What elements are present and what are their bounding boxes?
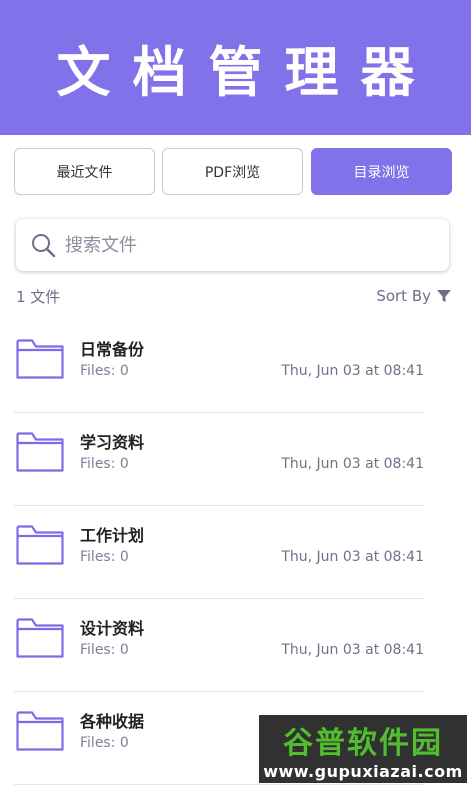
- folder-date: Thu, Jun 03 at 08:41: [281, 456, 424, 472]
- tab-recent-files[interactable]: 最近文件: [14, 148, 155, 195]
- list-item[interactable]: 学习资料 Files: 0 Thu, Jun 03 at 08:41: [14, 413, 424, 506]
- list-item[interactable]: 设计资料 Files: 0 Thu, Jun 03 at 08:41: [14, 599, 424, 692]
- folder-icon: [16, 432, 64, 472]
- folder-icon: [16, 711, 64, 751]
- app-header: 文档管理器: [0, 0, 471, 135]
- folder-date: Thu, Jun 03 at 08:41: [281, 549, 424, 565]
- folder-icon: [16, 525, 64, 565]
- folder-name: 各种收据: [80, 712, 145, 731]
- sort-label: Sort By: [376, 287, 431, 305]
- search-bar[interactable]: [16, 219, 449, 271]
- folder-file-count: Files: 0: [80, 363, 129, 379]
- search-icon: [32, 234, 56, 258]
- folder-date: Thu, Jun 03 at 08:41: [281, 363, 424, 379]
- search-input[interactable]: [65, 234, 425, 256]
- tab-directory-browse[interactable]: 目录浏览: [311, 148, 452, 195]
- folder-name: 工作计划: [80, 526, 145, 545]
- tab-bar: 最近文件 PDF浏览 目录浏览: [14, 148, 452, 195]
- filter-icon: [437, 290, 451, 302]
- list-item[interactable]: 日常备份 Files: 0 Thu, Jun 03 at 08:41: [14, 320, 424, 413]
- folder-file-count: Files: 0: [80, 642, 129, 658]
- folder-name: 日常备份: [80, 340, 145, 359]
- watermark-url: www.gupuxiazai.com: [263, 761, 463, 781]
- list-meta: 1 文件 Sort By: [16, 283, 451, 309]
- sort-button[interactable]: Sort By: [376, 287, 451, 305]
- tab-pdf-browse[interactable]: PDF浏览: [162, 148, 303, 195]
- folder-date: Thu, Jun 03 at 08:41: [281, 642, 424, 658]
- folder-name: 学习资料: [80, 433, 145, 452]
- folder-file-count: Files: 0: [80, 735, 129, 751]
- folder-icon: [16, 618, 64, 658]
- app-title: 文档管理器: [56, 41, 437, 104]
- watermark-title: 谷普软件园: [283, 725, 443, 761]
- folder-name: 设计资料: [80, 619, 145, 638]
- folder-icon: [16, 339, 64, 379]
- folder-file-count: Files: 0: [80, 456, 129, 472]
- file-count: 1 文件: [16, 287, 61, 306]
- list-item[interactable]: 工作计划 Files: 0 Thu, Jun 03 at 08:41: [14, 506, 424, 599]
- watermark: 谷普软件园 www.gupuxiazai.com: [259, 715, 467, 783]
- folder-file-count: Files: 0: [80, 549, 129, 565]
